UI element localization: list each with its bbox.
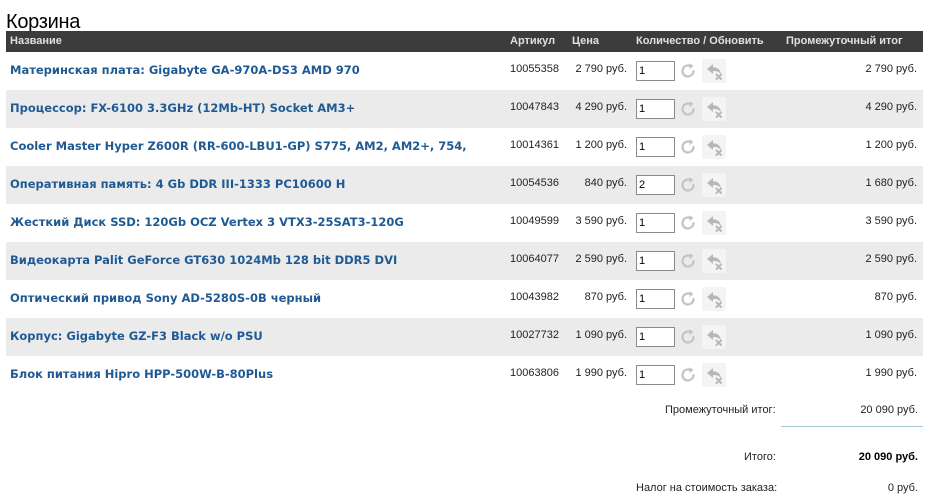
refresh-icon[interactable] xyxy=(677,250,699,272)
table-row: Материнская плата: Gigabyte GA-970A-DS3 … xyxy=(6,52,923,90)
subtotal-label: Промежуточный итог: xyxy=(665,404,776,416)
product-link[interactable]: Оптический привод Sony AD-5280S-0B черны… xyxy=(10,291,321,305)
product-link[interactable]: Корпус: Gigabyte GZ-F3 Black w/o PSU xyxy=(10,329,263,343)
product-subtotal: 1 200 руб. xyxy=(865,139,917,151)
header-subtotal: Промежуточный итог xyxy=(786,35,903,47)
tax-label: Налог на стоимость заказа: xyxy=(636,482,778,494)
tax-value: 0 руб. xyxy=(887,482,918,494)
table-row: Процессор: FX-6100 3.3GHz (12Mb-HT) Sock… xyxy=(6,90,923,128)
summary-divider xyxy=(781,426,923,427)
remove-icon[interactable] xyxy=(702,249,726,273)
product-subtotal: 1 990 руб. xyxy=(865,367,917,379)
quantity-input[interactable] xyxy=(636,175,675,195)
cart-page: Корзина Название Артикул Цена Количество… xyxy=(0,0,929,504)
quantity-input[interactable] xyxy=(636,365,675,385)
product-subtotal: 2 790 руб. xyxy=(865,63,917,75)
product-subtotal: 1 680 руб. xyxy=(865,177,917,189)
header-sku: Артикул xyxy=(510,35,556,47)
product-subtotal: 2 590 руб. xyxy=(865,253,917,265)
refresh-icon[interactable] xyxy=(677,174,699,196)
refresh-icon[interactable] xyxy=(677,288,699,310)
quantity-input[interactable] xyxy=(636,213,675,233)
quantity-input[interactable] xyxy=(636,137,675,157)
remove-icon[interactable] xyxy=(702,135,726,159)
remove-icon[interactable] xyxy=(702,363,726,387)
refresh-icon[interactable] xyxy=(677,212,699,234)
remove-icon[interactable] xyxy=(702,325,726,349)
quantity-input[interactable] xyxy=(636,251,675,271)
total-value: 20 090 руб. xyxy=(858,451,918,463)
remove-icon[interactable] xyxy=(702,173,726,197)
total-label: Итого: xyxy=(744,451,776,463)
refresh-icon[interactable] xyxy=(677,60,699,82)
product-price: 1 990 руб. xyxy=(575,367,627,379)
product-price: 4 290 руб. xyxy=(575,101,627,113)
product-subtotal: 4 290 руб. xyxy=(865,101,917,113)
table-row: Cooler Master Hyper Z600R (RR-600-LBU1-G… xyxy=(6,128,923,166)
header-name: Название xyxy=(10,35,62,47)
product-link[interactable]: Видеокарта Palit GeForce GT630 1024Mb 12… xyxy=(10,253,397,267)
product-subtotal: 1 090 руб. xyxy=(865,329,917,341)
header-price: Цена xyxy=(572,35,600,47)
product-subtotal: 3 590 руб. xyxy=(865,215,917,227)
refresh-icon[interactable] xyxy=(677,98,699,120)
product-link[interactable]: Cooler Master Hyper Z600R (RR-600-LBU1-G… xyxy=(10,139,467,153)
table-row: Оперативная память: 4 Gb DDR III-1333 PC… xyxy=(6,166,923,204)
product-price: 870 руб. xyxy=(584,291,627,303)
refresh-icon[interactable] xyxy=(677,364,699,386)
product-link[interactable]: Жесткий Диск SSD: 120Gb OCZ Vertex 3 VTX… xyxy=(10,215,404,229)
product-price: 3 590 руб. xyxy=(575,215,627,227)
product-price: 1 090 руб. xyxy=(575,329,627,341)
remove-icon[interactable] xyxy=(702,287,726,311)
product-link[interactable]: Процессор: FX-6100 3.3GHz (12Mb-HT) Sock… xyxy=(10,101,355,115)
table-row: Блок питания Hipro HPP-500W-B-80Plus 1006… xyxy=(6,356,923,394)
product-price: 2 790 руб. xyxy=(575,63,627,75)
product-link[interactable]: Материнская плата: Gigabyte GA-970A-DS3 … xyxy=(10,63,360,77)
subtotal-value: 20 090 руб. xyxy=(860,404,918,416)
quantity-input[interactable] xyxy=(636,99,675,119)
table-header: Название Артикул Цена Количество / Обнов… xyxy=(6,31,923,52)
product-price: 2 590 руб. xyxy=(575,253,627,265)
product-price: 840 руб. xyxy=(584,177,627,189)
table-row: Корпус: Gigabyte GZ-F3 Black w/o PSU 1002… xyxy=(6,318,923,356)
table-row: Видеокарта Palit GeForce GT630 1024Mb 12… xyxy=(6,242,923,280)
table-row: Оптический привод Sony AD-5280S-0B черны… xyxy=(6,280,923,318)
quantity-input[interactable] xyxy=(636,289,675,309)
header-qty: Количество / Обновить xyxy=(636,35,764,47)
refresh-icon[interactable] xyxy=(677,326,699,348)
quantity-input[interactable] xyxy=(636,327,675,347)
remove-icon[interactable] xyxy=(702,97,726,121)
table-row: Жесткий Диск SSD: 120Gb OCZ Vertex 3 VTX… xyxy=(6,204,923,242)
remove-icon[interactable] xyxy=(702,211,726,235)
product-subtotal: 870 руб. xyxy=(874,291,917,303)
refresh-icon[interactable] xyxy=(677,136,699,158)
product-link[interactable]: Блок питания Hipro HPP-500W-B-80Plus xyxy=(10,367,273,381)
product-price: 1 200 руб. xyxy=(575,139,627,151)
remove-icon[interactable] xyxy=(702,59,726,83)
quantity-input[interactable] xyxy=(636,61,675,81)
product-link[interactable]: Оперативная память: 4 Gb DDR III-1333 PC… xyxy=(10,177,345,191)
